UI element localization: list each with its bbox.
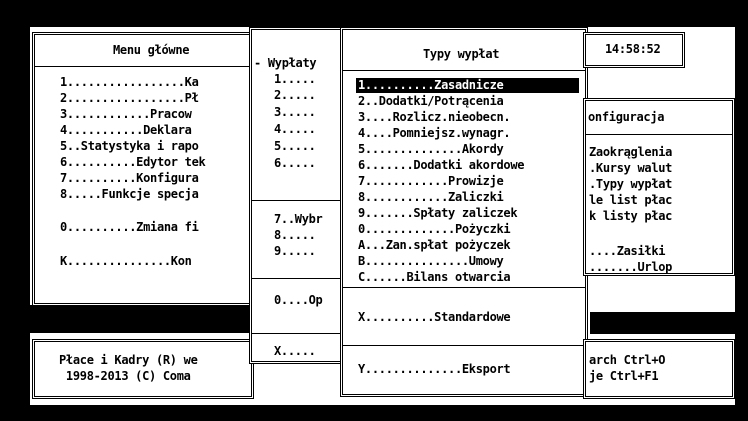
shortcut-line-2: je Ctrl+F1: [589, 369, 659, 383]
clock-box: 14:58:52: [583, 32, 685, 68]
main-menu-item-1[interactable]: 1.................Ka: [60, 75, 199, 90]
payouts-item-5[interactable]: 5.....: [274, 139, 316, 154]
types-item-8[interactable]: 8............Zaliczki: [358, 190, 504, 205]
main-menu-title: Menu główne: [113, 43, 190, 57]
types-item-5[interactable]: 5..............Akordy: [358, 142, 504, 157]
status-box: Płace i Kadry (R) we 1998-2013 (C) Coma: [32, 339, 254, 399]
types-menu-divider-low: [343, 345, 585, 346]
config-menu-title: onfiguracja: [588, 110, 665, 124]
config-item-7[interactable]: .......Urlop: [589, 260, 672, 273]
payouts-divider-3: [252, 333, 342, 334]
status-line-2: 1998-2013 (C) Coma: [59, 369, 191, 383]
shortcuts-box: arch Ctrl+O je Ctrl+F1: [583, 339, 735, 399]
mid-band-right: [590, 312, 748, 334]
types-item-a[interactable]: A...Zan.spłat pożyczek: [358, 238, 511, 253]
types-item-6[interactable]: 6.......Dodatki akordowe: [358, 158, 525, 173]
left-strip: [0, 27, 30, 421]
types-item-y[interactable]: Y..............Eksport: [358, 362, 511, 377]
main-menu-item-2[interactable]: 2.................Pł: [60, 91, 199, 106]
payouts-item-7[interactable]: 7..Wybr: [274, 212, 323, 227]
types-item-3[interactable]: 3....Rozlicz.nieobecn.: [358, 110, 511, 125]
main-menu-item-k[interactable]: K...............Kon: [60, 254, 192, 269]
types-item-2[interactable]: 2..Dodatki/Potrącenia: [358, 94, 504, 109]
types-item-4[interactable]: 4....Pomniejsz.wynagr.: [358, 126, 511, 141]
payouts-menu-window: - Wypłaty 1..... 2..... 3..... 4..... 5.…: [249, 27, 345, 364]
status-line-1: Płace i Kadry (R) we: [59, 353, 198, 367]
payouts-item-1[interactable]: 1.....: [274, 72, 316, 87]
payouts-item-6[interactable]: 6.....: [274, 156, 316, 171]
types-menu-divider-top: [343, 70, 585, 71]
types-item-1[interactable]: 1..........Zasadnicze: [356, 78, 579, 93]
right-strip: [735, 27, 748, 421]
types-menu-divider-mid: [343, 287, 585, 288]
payouts-menu-title: - Wypłaty: [254, 56, 317, 70]
main-menu-item-7[interactable]: 7..........Konfigura: [60, 171, 199, 186]
payouts-item-3[interactable]: 3.....: [274, 105, 316, 120]
main-menu-item-0[interactable]: 0..........Zmiana fi: [60, 220, 199, 235]
payouts-divider-1: [252, 200, 342, 201]
top-bar: [0, 0, 748, 27]
mid-band-left: [30, 305, 250, 333]
shortcut-line-1: arch Ctrl+O: [589, 353, 666, 367]
types-item-7[interactable]: 7............Prowizje: [358, 174, 504, 189]
config-item-4[interactable]: le list płac: [589, 193, 672, 208]
main-menu-window: Menu główne 1.................Ka 2......…: [32, 32, 254, 306]
clock: 14:58:52: [605, 42, 661, 56]
config-menu-window: onfiguracja Zaokrąglenia .Kursy walut .T…: [583, 98, 735, 276]
types-item-b[interactable]: B...............Umowy: [358, 254, 504, 269]
main-menu-item-8[interactable]: 8.....Funkcje specja: [60, 187, 199, 202]
types-item-9[interactable]: 9.......Spłaty zaliczek: [358, 206, 518, 221]
payouts-item-8[interactable]: 8.....: [274, 228, 316, 243]
main-menu-item-4[interactable]: 4...........Deklara: [60, 123, 192, 138]
payouts-item-2[interactable]: 2.....: [274, 88, 316, 103]
config-item-1[interactable]: Zaokrąglenia: [589, 145, 672, 160]
config-item-3[interactable]: .Typy wypłat: [589, 177, 672, 192]
payouts-item-9[interactable]: 9.....: [274, 244, 316, 259]
payouts-item-0[interactable]: 0....Op: [274, 293, 323, 308]
types-menu-title: Typy wypłat: [423, 47, 500, 61]
config-item-6[interactable]: ....Zasiłki: [589, 244, 665, 259]
types-item-0[interactable]: 0.............Pożyczki: [358, 222, 511, 237]
config-item-2[interactable]: .Kursy walut: [589, 161, 672, 176]
payouts-divider-2: [252, 278, 342, 279]
types-item-c[interactable]: C......Bilans otwarcia: [358, 270, 511, 285]
payouts-item-4[interactable]: 4.....: [274, 122, 316, 137]
main-menu-item-5[interactable]: 5..Statystyka i rapo: [60, 139, 199, 154]
main-menu-divider: [35, 66, 251, 67]
config-menu-divider: [586, 134, 732, 135]
types-menu-window: Typy wypłat 1..........Zasadnicze 2..Dod…: [340, 27, 588, 397]
config-item-5[interactable]: k listy płac: [589, 209, 672, 224]
main-menu-item-3[interactable]: 3............Pracow: [60, 107, 192, 122]
types-item-x[interactable]: X..........Standardowe: [358, 310, 511, 325]
main-menu-item-6[interactable]: 6..........Edytor tek: [60, 155, 206, 170]
bottom-strip: [30, 405, 748, 421]
payouts-item-x[interactable]: X.....: [274, 344, 316, 359]
